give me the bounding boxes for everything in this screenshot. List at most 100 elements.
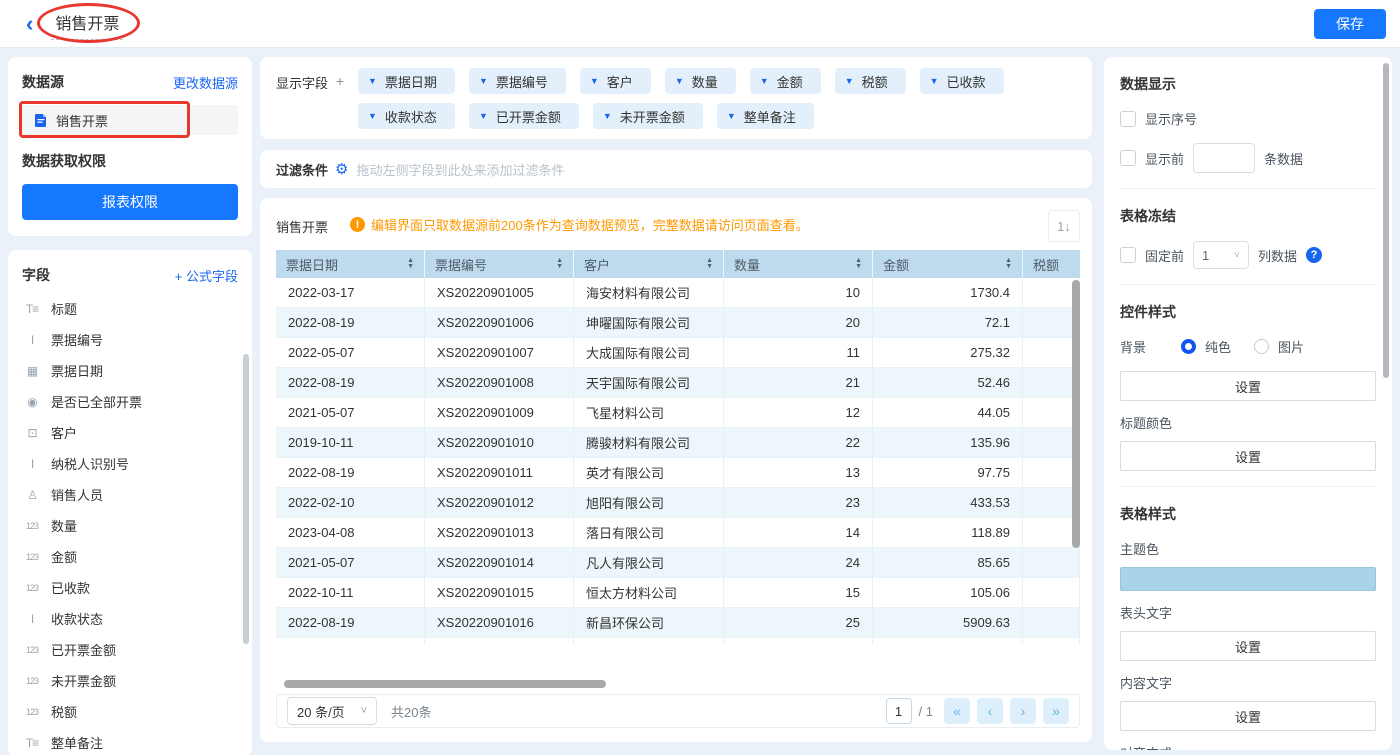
table-cell: XS20220901014 xyxy=(425,548,574,577)
display-field-chip-6[interactable]: ▼已收款 xyxy=(920,68,1004,94)
field-item-label: 客户 xyxy=(51,423,77,442)
sort-caret-icon[interactable]: ▲▼ xyxy=(401,258,414,270)
settings-scrollbar[interactable] xyxy=(1383,63,1389,378)
display-field-chip-10[interactable]: ▼整单备注 xyxy=(717,103,814,129)
table-cell: 2022-05-07 xyxy=(276,338,425,367)
display-field-chip-8[interactable]: ▼已开票金额 xyxy=(469,103,579,129)
table-row-6: 2022-08-19XS20220901011英才有限公司1397.75 xyxy=(276,458,1080,488)
back-icon[interactable]: ‹ xyxy=(26,13,33,35)
table-row-3: 2022-08-19XS20220901008天宇国际有限公司2152.46 xyxy=(276,368,1080,398)
table-row-9: 2021-05-07XS20220901014凡人有限公司2485.65 xyxy=(276,548,1080,578)
page-number-input[interactable]: 1 xyxy=(886,698,912,724)
save-button[interactable]: 保存 xyxy=(1314,9,1386,39)
sort-caret-icon[interactable]: ▲▼ xyxy=(550,258,563,270)
field-item-0[interactable]: T≡标题 xyxy=(22,293,238,324)
field-item-8[interactable]: 123金额 xyxy=(22,541,238,572)
display-field-chip-0[interactable]: ▼票据日期 xyxy=(358,68,455,94)
display-field-chip-3[interactable]: ▼数量 xyxy=(665,68,736,94)
display-field-chip-7[interactable]: ▼收款状态 xyxy=(358,103,455,129)
field-item-5[interactable]: I纳税人识别号 xyxy=(22,448,238,479)
field-item-9[interactable]: 123已收款 xyxy=(22,572,238,603)
table-cell: 105.06 xyxy=(873,578,1023,607)
show-index-checkbox[interactable] xyxy=(1120,111,1136,127)
table-cell: 275.32 xyxy=(873,338,1023,367)
field-item-1[interactable]: I票据编号 xyxy=(22,324,238,355)
page-size-select[interactable]: 20 条/页 ˅ xyxy=(287,697,377,725)
chip-label: 票据编号 xyxy=(496,72,548,91)
background-set-button[interactable]: 设置 xyxy=(1120,371,1376,401)
table-horizontal-scrollbar[interactable] xyxy=(276,680,1080,688)
image-radio[interactable] xyxy=(1254,339,1269,354)
field-item-3[interactable]: ◉是否已全部开票 xyxy=(22,386,238,417)
show-index-label: 显示序号 xyxy=(1145,109,1197,128)
table-row-5: 2019-10-11XS20220901010腾骏材料有限公司22135.96 xyxy=(276,428,1080,458)
freeze-cols-select[interactable]: 1 ˅ xyxy=(1193,241,1249,269)
field-item-7[interactable]: 123数量 xyxy=(22,510,238,541)
field-item-label: 数量 xyxy=(51,516,77,535)
add-display-field-icon[interactable]: + xyxy=(336,73,344,89)
table-cell: 5909.63 xyxy=(873,608,1023,637)
theme-color-swatch[interactable] xyxy=(1120,567,1376,591)
field-item-13[interactable]: 123税额 xyxy=(22,696,238,727)
sort-caret-icon[interactable]: ▲▼ xyxy=(849,258,862,270)
field-item-label: 税额 xyxy=(51,702,77,721)
display-field-chip-9[interactable]: ▼未开票金额 xyxy=(593,103,703,129)
field-item-12[interactable]: 123未开票金额 xyxy=(22,665,238,696)
fields-scrollbar[interactable] xyxy=(243,354,249,644)
sort-caret-icon[interactable]: ▲▼ xyxy=(700,258,713,270)
table-cell: 72.1 xyxy=(873,308,1023,337)
freeze-checkbox[interactable] xyxy=(1120,247,1136,263)
solid-color-radio[interactable] xyxy=(1181,339,1196,354)
document-icon xyxy=(34,113,48,127)
column-header-0[interactable]: 票据日期▲▼ xyxy=(276,250,425,278)
display-field-chip-5[interactable]: ▼税额 xyxy=(835,68,906,94)
field-item-4[interactable]: ⊡客户 xyxy=(22,417,238,448)
prev-page-button[interactable]: ‹ xyxy=(977,698,1003,724)
column-header-3[interactable]: 数量▲▼ xyxy=(724,250,873,278)
help-icon[interactable]: ? xyxy=(1306,247,1322,263)
change-datasource-link[interactable]: 更改数据源 xyxy=(173,73,238,92)
field-item-6[interactable]: ♙销售人员 xyxy=(22,479,238,510)
header-text-set-button[interactable]: 设置 xyxy=(1120,631,1376,661)
report-permission-button[interactable]: 报表权限 xyxy=(22,184,238,220)
field-item-11[interactable]: 123已开票金额 xyxy=(22,634,238,665)
row-limit-input[interactable] xyxy=(1193,143,1255,173)
table-cell: 凡人有限公司 xyxy=(574,548,724,577)
next-page-button[interactable]: › xyxy=(1010,698,1036,724)
filter-gear-icon[interactable]: ⚙ xyxy=(335,160,348,178)
datasource-item[interactable]: 销售开票 xyxy=(22,105,238,135)
data-table: 票据日期▲▼票据编号▲▼客户▲▼数量▲▼金额▲▼税额 2022-03-17XS2… xyxy=(276,250,1080,644)
table-cell: 15 xyxy=(724,578,873,607)
field-item-10[interactable]: I收款状态 xyxy=(22,603,238,634)
sort-order-icon[interactable]: 1↓ xyxy=(1048,210,1080,242)
table-vertical-scrollbar[interactable] xyxy=(1072,280,1080,548)
first-page-button[interactable]: « xyxy=(944,698,970,724)
show-first-checkbox[interactable] xyxy=(1120,150,1136,166)
page-title[interactable]: 销售开票 xyxy=(51,8,123,40)
sort-caret-icon[interactable]: ▲▼ xyxy=(999,258,1012,270)
field-item-2[interactable]: ▦票据日期 xyxy=(22,355,238,386)
number-icon: 123 xyxy=(22,676,42,686)
display-field-chip-2[interactable]: ▼客户 xyxy=(580,68,651,94)
cols-suffix-label: 列数据 xyxy=(1258,246,1297,265)
add-formula-field-link[interactable]: + 公式字段 xyxy=(175,266,238,285)
display-field-chip-4[interactable]: ▼金额 xyxy=(750,68,821,94)
field-item-14[interactable]: T≡整单备注 xyxy=(22,727,238,755)
column-header-2[interactable]: 客户▲▼ xyxy=(574,250,724,278)
caret-down-icon: ▼ xyxy=(368,76,377,86)
display-field-chip-1[interactable]: ▼票据编号 xyxy=(469,68,566,94)
filter-placeholder: 拖动左侧字段到此处来添加过滤条件 xyxy=(356,160,564,179)
chevron-down-icon: ˅ xyxy=(361,705,367,717)
last-page-button[interactable]: » xyxy=(1043,698,1069,724)
date-icon: ▦ xyxy=(22,364,42,378)
column-header-1[interactable]: 票据编号▲▼ xyxy=(425,250,574,278)
table-cell: XS20220901015 xyxy=(425,578,574,607)
content-text-set-button[interactable]: 设置 xyxy=(1120,701,1376,731)
column-header-4[interactable]: 金额▲▼ xyxy=(873,250,1023,278)
table-cell: 落日有限公司 xyxy=(574,518,724,547)
field-item-label: 已收款 xyxy=(51,578,90,597)
table-cell: 22 xyxy=(724,428,873,457)
table-cell: 20 xyxy=(724,308,873,337)
title-color-set-button[interactable]: 设置 xyxy=(1120,441,1376,471)
column-header-5[interactable]: 税额 xyxy=(1023,250,1080,278)
